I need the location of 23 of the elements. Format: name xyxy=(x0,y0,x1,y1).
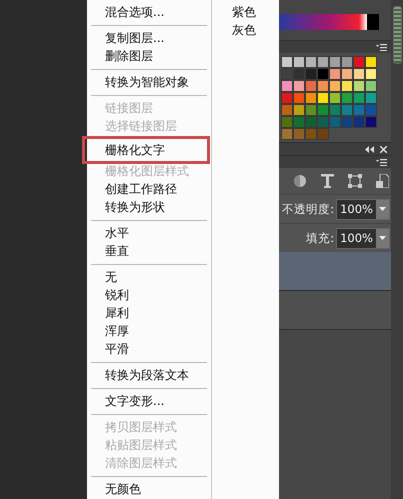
menu-item[interactable]: 灰色 xyxy=(232,21,279,39)
menu-item[interactable]: 无 xyxy=(99,268,207,286)
menu-item[interactable]: 平滑 xyxy=(99,340,207,358)
menu-item[interactable]: 水平 xyxy=(99,224,207,242)
menu-item[interactable]: 转换为智能对象 xyxy=(99,73,207,91)
menu-item[interactable]: 无颜色 xyxy=(99,480,207,498)
menu-item[interactable]: 浑厚 xyxy=(99,322,207,340)
menu-item[interactable]: 犀利 xyxy=(99,304,207,322)
menu-item[interactable]: 紫色 xyxy=(232,3,279,21)
menu-item[interactable]: 锐利 xyxy=(99,286,207,304)
opacity-label: 不透明度: xyxy=(282,202,334,216)
fill-dropdown[interactable]: 100% xyxy=(336,228,390,248)
menu-item[interactable]: 复制图层... xyxy=(99,29,207,47)
menu-item[interactable]: 转换为段落文本 xyxy=(99,366,207,384)
menu-item[interactable]: 文字变形... xyxy=(99,392,207,410)
menu-item[interactable]: 删除图层 xyxy=(99,47,207,65)
menu-item[interactable]: 垂直 xyxy=(99,242,207,260)
menu-item[interactable]: 混合选项... xyxy=(99,3,207,21)
menu-item[interactable]: 转换为形状 xyxy=(99,198,207,216)
menu-item[interactable]: 创建工作路径 xyxy=(99,180,207,198)
menu-item[interactable]: 栅格化文字 xyxy=(85,139,207,161)
opacity-dropdown[interactable]: 100% xyxy=(336,198,390,220)
fill-label: 填充: xyxy=(306,230,334,246)
